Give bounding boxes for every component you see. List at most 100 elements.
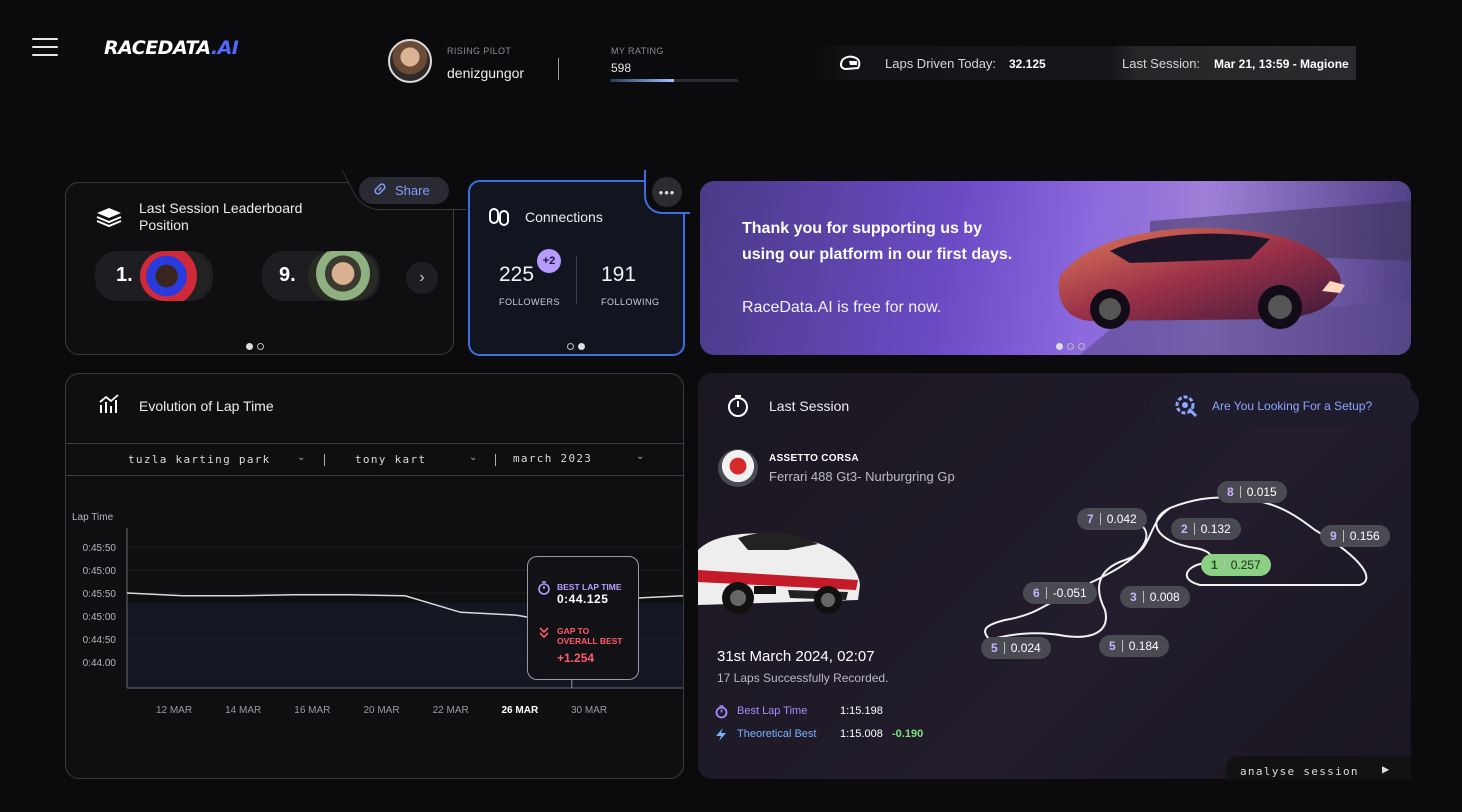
followers-label: FOLLOWERS — [499, 297, 561, 307]
x-tick-label: 16 MAR — [294, 705, 330, 716]
header-divider — [558, 58, 559, 80]
leaderboard-rank: 9. — [279, 264, 296, 286]
theoretical-best-label: Theoretical Best — [737, 728, 817, 740]
last-session-label: Last Session: — [1122, 56, 1201, 71]
game-name: ASSETTO CORSA — [769, 453, 859, 464]
username: denizgungor — [447, 65, 525, 81]
sector-badge: 3 0.008 — [1120, 586, 1190, 608]
y-tick-label: 0:45:50 — [83, 543, 117, 554]
x-tick-label: 26 MAR — [501, 705, 538, 716]
following-count[interactable]: 191 — [601, 263, 636, 287]
link-chain-icon — [488, 206, 510, 233]
y-tick-label: 0:45:00 — [83, 566, 117, 577]
pilot-rank-label: RISING PILOT — [447, 46, 512, 56]
sector-badge: 8 0.015 — [1217, 481, 1287, 503]
x-tick-label: 12 MAR — [156, 705, 192, 716]
filter-separator — [324, 454, 325, 466]
tooltip-best-label: BEST LAP TIME — [557, 582, 622, 592]
rating-progress-bar — [610, 79, 738, 82]
sector-badge: 5 0.184 — [1099, 635, 1169, 657]
wrench-gear-icon — [1172, 392, 1198, 421]
banner-car-image — [1000, 181, 1411, 355]
sector-badge: 5 0.024 — [981, 637, 1051, 659]
rating-label: MY RATING — [611, 46, 664, 56]
more-icon: ••• — [658, 184, 676, 200]
following-label: FOLLOWING — [601, 297, 660, 307]
lap-chart-title: Evolution of Lap Time — [139, 398, 274, 414]
promo-banner[interactable] — [700, 181, 1411, 355]
x-tick-label: 14 MAR — [225, 705, 261, 716]
month-filter[interactable]: march 2023 — [513, 452, 592, 465]
last-session-title: Last Session — [769, 398, 850, 414]
filter-separator — [495, 454, 496, 466]
theoretical-best-value: 1:15.008 — [840, 728, 883, 740]
stopwatch-icon — [725, 393, 751, 424]
rating-value: 598 — [611, 61, 632, 75]
banner-headline-1: Thank you for supporting us by — [742, 220, 982, 237]
tooltip-gap-label: OVERALL BEST — [557, 636, 623, 646]
caret-right-icon: ▶ — [1382, 762, 1391, 776]
link-icon — [373, 182, 387, 199]
tooltip-gap-label: GAP TO — [557, 626, 590, 636]
x-tick-label: 22 MAR — [433, 705, 469, 716]
layers-icon — [94, 205, 124, 234]
leaderboard-title: Last Session Leaderboard Position — [139, 200, 303, 233]
banner-headline-2: using our platform in our first days. — [742, 246, 1013, 263]
double-chevron-down-icon — [538, 626, 550, 645]
game-logo — [718, 449, 758, 487]
filter-bar-bottom-border — [66, 475, 683, 476]
menu-icon[interactable] — [32, 32, 58, 58]
chevron-down-icon[interactable]: ⌄ — [297, 452, 305, 463]
connections-pager[interactable] — [565, 337, 587, 355]
leaderboard-rank: 1. — [116, 264, 133, 286]
x-tick-label: 30 MAR — [571, 705, 607, 716]
car-track-name: Ferrari 488 Gt3- Nurburgring Gp — [769, 469, 955, 484]
banner-subtext: RaceData.AI is free for now. — [742, 299, 942, 316]
sector-badge: 6 -0.051 — [1023, 582, 1097, 604]
user-avatar[interactable] — [388, 39, 432, 83]
tooltip-best-value: 0:44.125 — [557, 592, 609, 606]
banner-pager[interactable] — [1054, 337, 1087, 355]
trend-up-icon — [98, 393, 120, 420]
y-tick-label: 0:45:50 — [83, 589, 117, 600]
track-filter[interactable]: tuzla karting park — [128, 453, 271, 466]
followers-count[interactable]: 225 — [499, 263, 534, 287]
sector-badge: 9 0.156 — [1320, 525, 1390, 547]
connections-title: Connections — [525, 209, 603, 225]
next-arrow-button[interactable]: › — [406, 262, 438, 294]
laps-driven-label: Laps Driven Today: — [885, 56, 997, 71]
sector-badge: 2 0.132 — [1171, 518, 1241, 540]
session-date: 31st March 2024, 02:07 — [717, 648, 875, 665]
find-setup-button[interactable]: Are You Looking For a Setup? — [1150, 385, 1419, 427]
y-tick-label: 0:45:00 — [83, 612, 117, 623]
x-tick-label: 20 MAR — [363, 705, 399, 716]
tooltip-gap-value: +1.254 — [557, 651, 595, 665]
lightning-icon — [714, 727, 728, 747]
chevron-right-icon: › — [419, 269, 425, 286]
y-tick-label: 0:44:50 — [83, 635, 117, 646]
filter-bar-top-border — [66, 443, 683, 444]
kart-filter[interactable]: tony kart — [355, 453, 426, 466]
sector-badge: 7 0.042 — [1077, 508, 1147, 530]
driver-avatar — [308, 251, 378, 301]
more-options-button[interactable]: ••• — [652, 177, 682, 207]
laps-recorded: 17 Laps Successfully Recorded. — [717, 671, 889, 685]
theoretical-best-delta: -0.190 — [892, 728, 924, 740]
connections-divider — [576, 256, 577, 304]
chevron-down-icon[interactable]: ⌄ — [636, 451, 644, 462]
sector-badge-best: 1 0.257 — [1201, 554, 1271, 576]
leaderboard-pager[interactable] — [244, 337, 266, 355]
chevron-down-icon[interactable]: ⌄ — [469, 452, 477, 463]
stopwatch-icon — [537, 581, 551, 600]
race-car-image — [698, 532, 860, 614]
last-session-value: Mar 21, 13:59 - Magione — [1214, 57, 1349, 71]
laps-driven-value: 32.125 — [1009, 57, 1046, 71]
app-logo[interactable]: RACEDATA.AI — [104, 37, 239, 59]
best-lap-label: Best Lap Time — [737, 705, 808, 717]
y-tick-label: 0:44.00 — [83, 658, 117, 669]
followers-new-badge: +2 — [537, 249, 561, 273]
share-button[interactable]: Share — [359, 177, 449, 204]
stopwatch-icon — [714, 704, 729, 724]
analyse-session-button[interactable]: analyse session ▶ — [1226, 756, 1411, 780]
best-lap-value: 1:15.198 — [840, 705, 883, 717]
